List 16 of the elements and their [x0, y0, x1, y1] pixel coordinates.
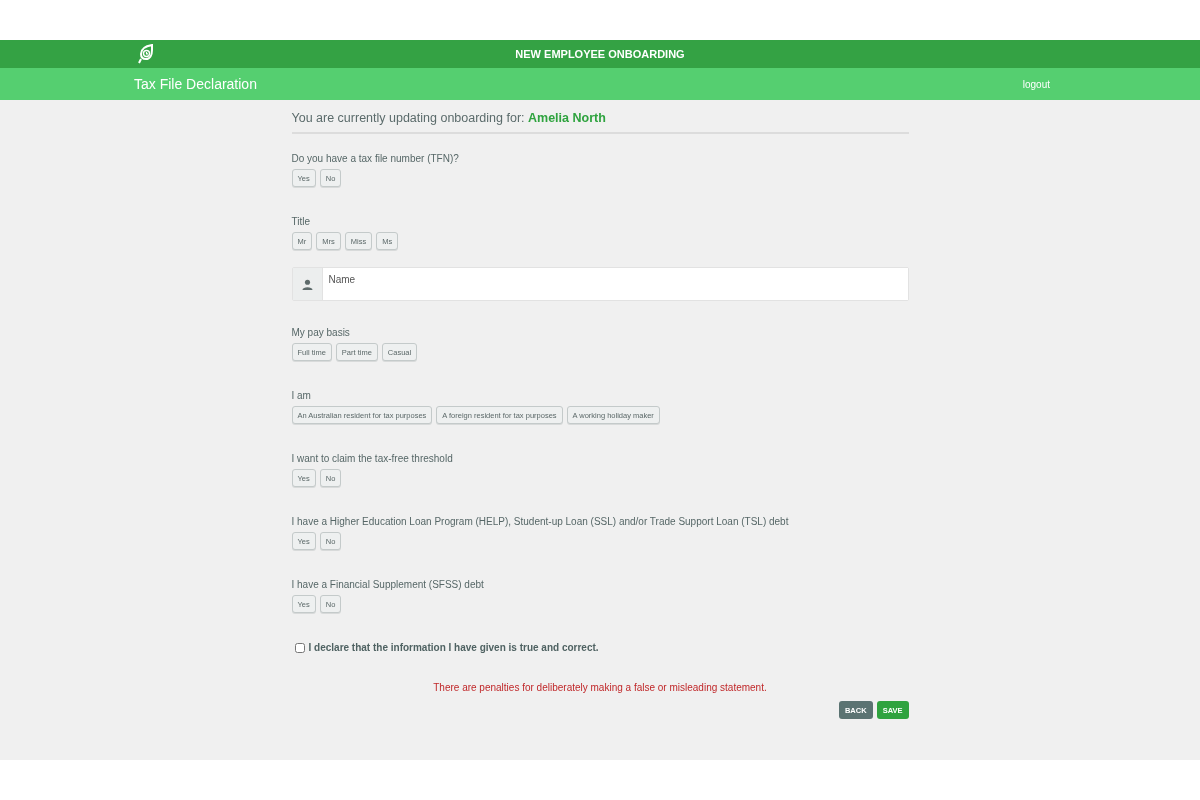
person-icon — [301, 278, 313, 290]
app-title: NEW EMPLOYEE ONBOARDING — [515, 48, 685, 60]
onboarding-heading: You are currently updating onboarding for: Amelia North — [291, 111, 909, 134]
page-title: Tax File Declaration — [134, 76, 257, 92]
question-label: I have a Financial Supplement (SFSS) debt — [291, 579, 485, 590]
leaf-clock-icon — [138, 44, 154, 64]
question-label: My pay basis — [291, 327, 351, 338]
name-field[interactable]: Name — [291, 267, 909, 301]
declaration-checkbox[interactable] — [294, 642, 305, 653]
question-label: Title — [291, 216, 312, 227]
question-label: I want to claim the tax-free threshold — [291, 453, 454, 464]
question-label: Do you have a tax file number (TFN)? — [291, 153, 460, 164]
declaration-label: I declare that the information I have given is true and correct. — [308, 642, 599, 653]
question-label: I am — [291, 390, 312, 401]
warning-text: There are penalties for deliberately making a false or misleading statement. — [433, 682, 767, 693]
question-label: I have a Higher Education Loan Program (HELP), Student-up Loan (SSL) and/or Trade Support Loan (TSL) debt — [291, 516, 790, 527]
